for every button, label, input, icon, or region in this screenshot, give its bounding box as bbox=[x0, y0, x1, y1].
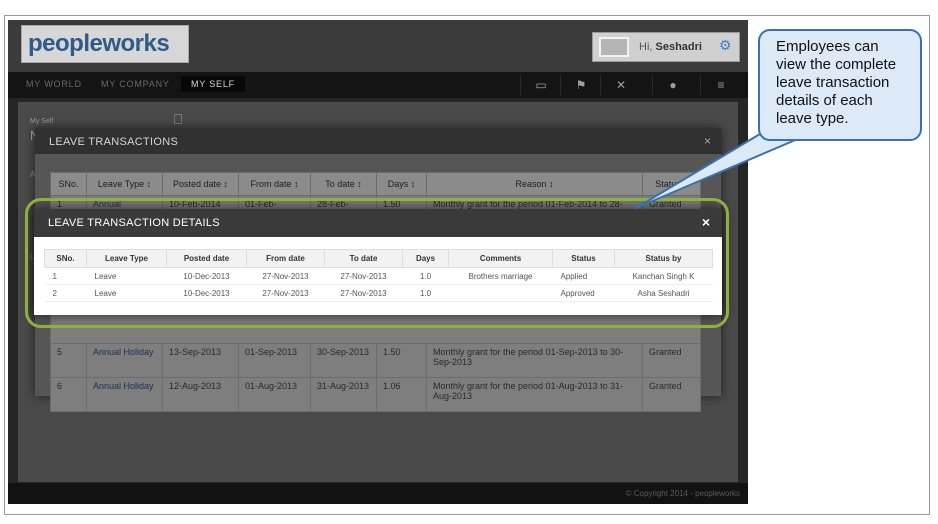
callout-bubble: Employees can view the complete leave tr… bbox=[758, 29, 922, 141]
